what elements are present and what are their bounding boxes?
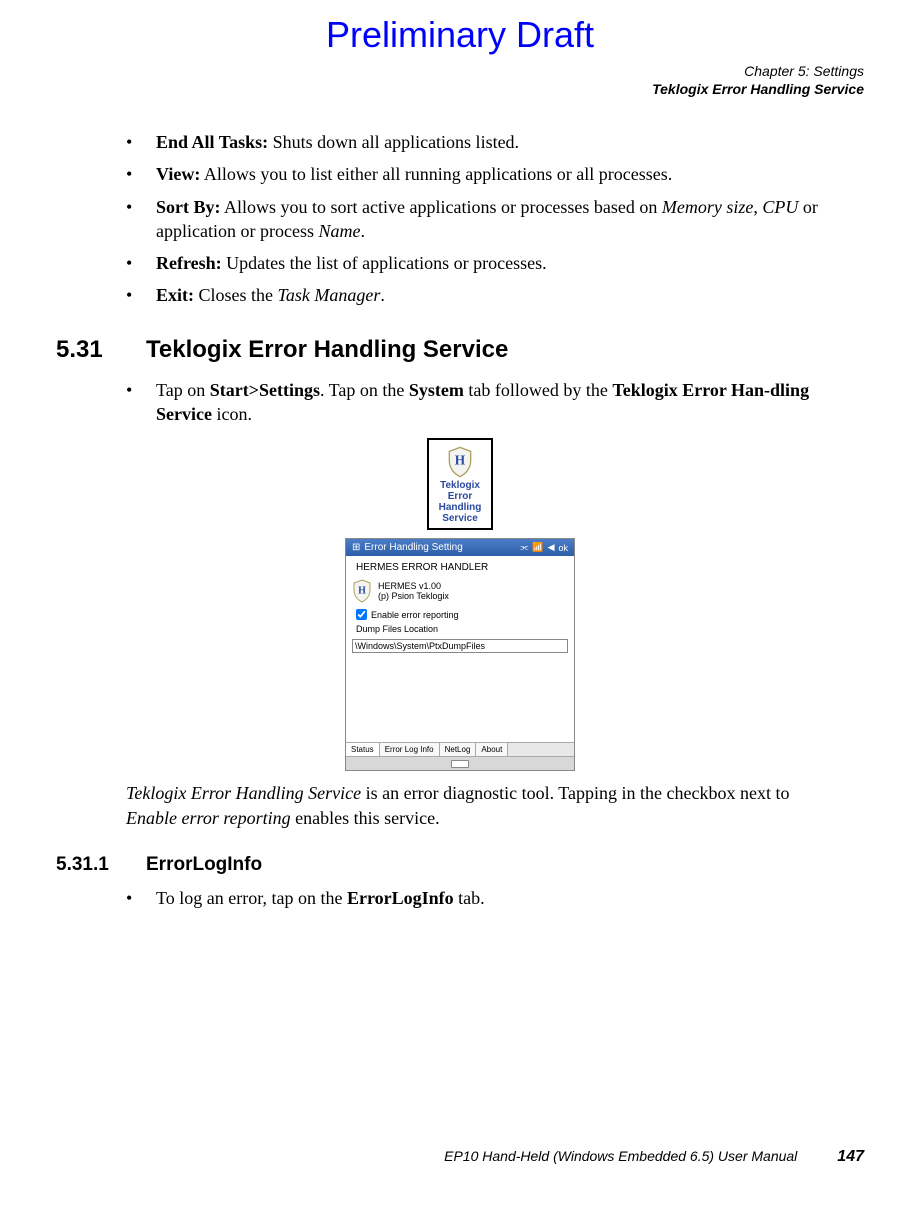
chapter-line: Chapter 5: Settings <box>652 62 864 80</box>
manual-title: EP10 Hand-Held (Windows Embedded 6.5) Us… <box>444 1148 797 1164</box>
tab-bar: Status Error Log Info NetLog About <box>346 742 574 756</box>
blank-area <box>352 654 568 742</box>
bullet-refresh: • Refresh: Updates the list of applicati… <box>126 251 844 275</box>
bullet-text: View: Allows you to list either all runn… <box>156 162 844 186</box>
section-5-31-1-bullets: • To log an error, tap on the ErrorLogIn… <box>126 886 844 910</box>
keyboard-icon[interactable] <box>451 760 469 768</box>
running-header: Chapter 5: Settings Teklogix Error Handl… <box>652 62 864 98</box>
bullet-text: End All Tasks: Shuts down all applicatio… <box>156 130 844 154</box>
top-bullet-list: • End All Tasks: Shuts down all applicat… <box>126 130 844 308</box>
section-line: Teklogix Error Handling Service <box>652 80 864 98</box>
bullet-marker: • <box>126 251 156 275</box>
section-title: Teklogix Error Handling Service <box>146 336 508 364</box>
signal-icon[interactable]: 📶 <box>532 542 543 553</box>
figure-group: H Teklogix Error Handling Service ⊞ Erro… <box>56 438 864 771</box>
service-description: Teklogix Error Handling Service is an er… <box>126 781 844 830</box>
tab-netlog[interactable]: NetLog <box>440 743 477 756</box>
bullet-text: Tap on Start>Settings. Tap on the System… <box>156 378 844 427</box>
bullet-text: Refresh: Updates the list of application… <box>156 251 844 275</box>
teklogix-icon-box: H Teklogix Error Handling Service <box>427 438 494 530</box>
enable-reporting-checkbox[interactable] <box>356 609 367 620</box>
version-line2: (p) Psion Teklogix <box>378 591 449 602</box>
bullet-marker: • <box>126 886 156 910</box>
svg-text:H: H <box>358 586 366 597</box>
shield-icon: H <box>446 446 474 478</box>
bullet-marker: • <box>126 162 156 186</box>
page-footer: EP10 Hand-Held (Windows Embedded 6.5) Us… <box>56 1148 864 1166</box>
tab-error-log-info[interactable]: Error Log Info <box>380 743 440 756</box>
bullet-tap-settings: • Tap on Start>Settings. Tap on the Syst… <box>126 378 844 427</box>
bullet-marker: • <box>126 195 156 244</box>
start-icon[interactable]: ⊞ <box>352 542 360 553</box>
icon-label-l3: Handling <box>439 502 482 513</box>
section-number: 5.31 <box>56 336 146 364</box>
icon-label-l4: Service <box>439 513 482 524</box>
watermark-text: Preliminary Draft <box>0 14 920 56</box>
section-5-31-1-heading: 5.31.1 ErrorLogInfo <box>56 854 864 876</box>
bullet-view: • View: Allows you to list either all ru… <box>126 162 844 186</box>
page-content: • End All Tasks: Shuts down all applicat… <box>56 0 864 910</box>
volume-icon[interactable]: ◀ <box>548 542 555 553</box>
sip-bar <box>346 756 574 770</box>
shield-icon: H <box>352 579 372 603</box>
bullet-sort-by: • Sort By: Allows you to sort active app… <box>126 195 844 244</box>
icon-label-l2: Error <box>439 491 482 502</box>
page-number: 147 <box>837 1148 864 1166</box>
window-titlebar: ⊞ Error Handling Setting ⫘ 📶 ◀ ok <box>346 539 574 556</box>
subsection-number: 5.31.1 <box>56 854 146 876</box>
icon-label-l1: Teklogix <box>439 480 482 491</box>
bullet-errorloginfo: • To log an error, tap on the ErrorLogIn… <box>126 886 844 910</box>
ok-button[interactable]: ok <box>558 543 568 553</box>
bullet-end-all-tasks: • End All Tasks: Shuts down all applicat… <box>126 130 844 154</box>
tab-status[interactable]: Status <box>346 743 380 756</box>
dump-location-label: Dump Files Location <box>356 624 568 634</box>
app-screenshot: ⊞ Error Handling Setting ⫘ 📶 ◀ ok HERMES… <box>345 538 575 771</box>
version-line1: HERMES v1.00 <box>378 581 449 592</box>
enable-reporting-label: Enable error reporting <box>371 610 459 620</box>
window-body: HERMES ERROR HANDLER H HERMES v1.00 (p) … <box>346 556 574 742</box>
window-title: Error Handling Setting <box>364 542 462 553</box>
bullet-text: To log an error, tap on the ErrorLogInfo… <box>156 886 844 910</box>
bullet-exit: • Exit: Closes the Task Manager. <box>126 283 844 307</box>
version-row: H HERMES v1.00 (p) Psion Teklogix <box>352 579 568 603</box>
bullet-marker: • <box>126 130 156 154</box>
network-icon[interactable]: ⫘ <box>520 542 528 553</box>
bullet-text: Exit: Closes the Task Manager. <box>156 283 844 307</box>
section-5-31-heading: 5.31 Teklogix Error Handling Service <box>56 336 864 364</box>
handler-title: HERMES ERROR HANDLER <box>356 562 568 573</box>
tab-about[interactable]: About <box>476 743 508 756</box>
bullet-marker: • <box>126 378 156 427</box>
enable-reporting-row: Enable error reporting <box>356 609 568 620</box>
dump-location-input[interactable] <box>352 639 568 653</box>
bullet-text: Sort By: Allows you to sort active appli… <box>156 195 844 244</box>
subsection-title: ErrorLogInfo <box>146 854 262 876</box>
section-5-31-bullets: • Tap on Start>Settings. Tap on the Syst… <box>126 378 844 427</box>
bullet-marker: • <box>126 283 156 307</box>
svg-text:H: H <box>455 453 466 468</box>
